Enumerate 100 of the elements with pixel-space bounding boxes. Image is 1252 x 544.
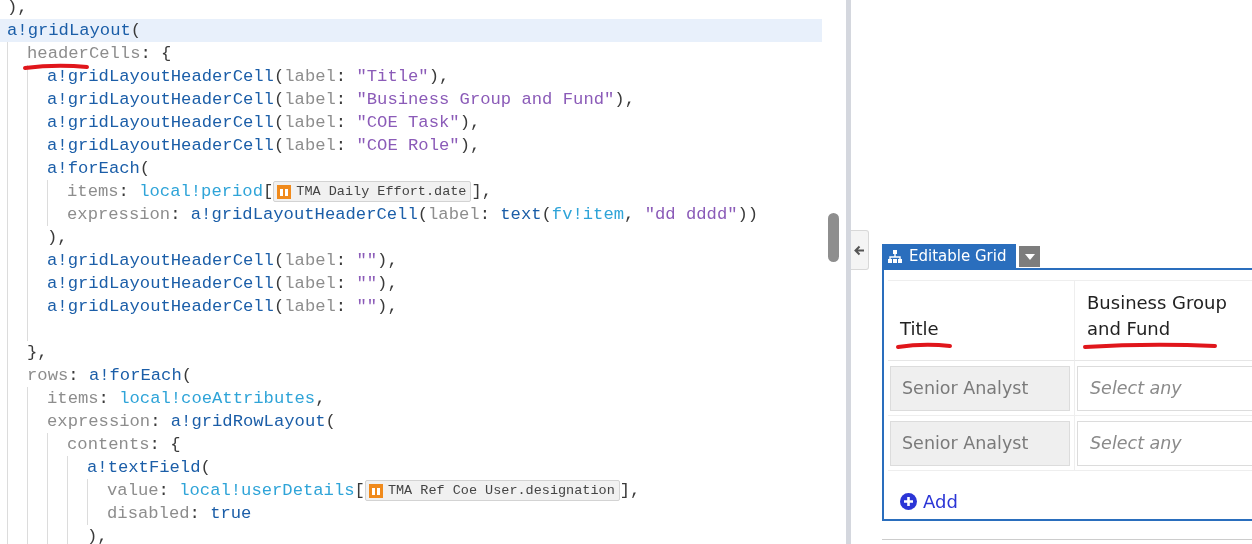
code-token: items: [47, 389, 99, 408]
code-token: value: [107, 481, 159, 500]
code-token: rows: [27, 366, 69, 385]
code-token: label: [284, 274, 336, 293]
code-token: ),: [377, 297, 398, 316]
code-token: a!gridLayoutHeaderCell: [47, 67, 274, 86]
code-token: (: [325, 412, 336, 431]
dropdown-field[interactable]: Select any: [1077, 365, 1252, 411]
code-token: :: [68, 366, 80, 385]
code-token: "Business Group and Fund": [356, 90, 615, 109]
record-type-icon: [277, 184, 292, 199]
record-field-chip: TMA Ref Coe User.designation: [364, 480, 620, 501]
code-token: label: [284, 251, 336, 270]
code-token: a!gridLayoutHeaderCell: [47, 113, 274, 132]
code-token: : {: [140, 44, 172, 63]
component-menu-button[interactable]: [1019, 246, 1041, 267]
code-token: (: [273, 67, 285, 86]
code-token: [: [354, 481, 365, 500]
code-token: label: [284, 90, 336, 109]
code-token: expression: [67, 205, 171, 224]
component-tab[interactable]: Editable Grid: [882, 244, 1017, 268]
code-token: (: [541, 205, 552, 224]
code-token: "dd dddd": [644, 205, 738, 224]
code-token: ),: [614, 90, 635, 109]
code-token: "": [356, 297, 378, 316]
code-token: (: [273, 274, 285, 293]
code-token: a!gridRowLayout: [170, 412, 326, 431]
code-token: ),: [459, 136, 481, 155]
code-token: ],: [619, 481, 641, 500]
code-token: (: [273, 136, 285, 155]
code-token: :: [335, 251, 348, 270]
collapse-button[interactable]: [851, 230, 869, 270]
code-token: :: [158, 481, 170, 500]
code-token: ),: [47, 228, 68, 247]
code-token: a!forEach: [88, 366, 182, 385]
code-token: true: [210, 504, 252, 523]
column-header: Title: [900, 316, 939, 342]
code-token: label: [284, 297, 336, 316]
code-token: label: [428, 205, 480, 224]
code-token: :: [335, 136, 348, 155]
code-token: [: [263, 182, 274, 201]
code-token: ),: [377, 251, 398, 270]
code-editor[interactable]: [0, 0, 822, 544]
tab-label: Editable Grid: [909, 247, 1007, 265]
code-token: :: [335, 90, 348, 109]
code-token: ),: [377, 274, 398, 293]
code-token: (: [417, 205, 429, 224]
code-token: a!forEach: [47, 159, 140, 178]
code-token: (: [200, 458, 211, 477]
code-token: },: [27, 343, 48, 362]
code-token: "": [356, 274, 378, 293]
code-token: (: [273, 251, 285, 270]
code-token: (: [273, 113, 285, 132]
code-token: :: [118, 182, 130, 201]
code-token: local!coeAttributes: [119, 389, 316, 408]
code-token: text: [500, 205, 542, 224]
code-token: (: [181, 366, 193, 385]
code-token: ),: [87, 527, 108, 544]
add-link[interactable]: Add: [900, 491, 958, 512]
title-field: Senior Analyst: [890, 420, 1070, 466]
code-token: (: [273, 297, 285, 316]
code-token: label: [284, 113, 336, 132]
hierarchy-icon: [888, 249, 902, 263]
code-token: :: [98, 389, 110, 408]
code-token: :: [479, 205, 491, 224]
plus-circle-icon: [900, 493, 917, 510]
code-token: local!userDetails: [179, 481, 355, 500]
code-token: : {: [149, 435, 181, 454]
code-token: local!period: [139, 182, 263, 201]
annotation-underline: [23, 64, 89, 70]
code-token: :: [335, 113, 348, 132]
code-token: a!gridLayoutHeaderCell: [47, 90, 274, 109]
code-token: headerCells: [27, 44, 141, 63]
code-token: ,: [624, 205, 636, 224]
code-token: :: [335, 297, 348, 316]
code-token: ],: [471, 182, 493, 201]
code-token: disabled: [107, 504, 190, 523]
record-type-icon: [368, 483, 383, 498]
scrollbar-thumb[interactable]: [828, 213, 839, 262]
code-token: "Title": [356, 67, 429, 86]
code-token: ,: [315, 389, 326, 408]
code-token: a!gridLayoutHeaderCell: [47, 297, 274, 316]
title-field: Senior Analyst: [890, 365, 1070, 411]
dropdown-field[interactable]: Select any: [1077, 420, 1252, 466]
code-token: a!textField: [87, 458, 201, 477]
code-token: fv!item: [551, 205, 625, 224]
code-token: "": [356, 251, 378, 270]
code-token: )): [737, 205, 759, 224]
code-token: a!gridLayoutHeaderCell: [47, 274, 274, 293]
code-token: :: [335, 274, 348, 293]
code-token: a!gridLayoutHeaderCell: [47, 136, 274, 155]
code-token: ),: [7, 0, 28, 17]
code-token: :: [150, 412, 162, 431]
annotation-underline: [896, 343, 952, 349]
code-token: (: [130, 21, 142, 40]
code-token: "COE Role": [356, 136, 460, 155]
code-token: label: [284, 67, 336, 86]
code-token: contents: [67, 435, 150, 454]
code-token: "COE Task": [356, 113, 460, 132]
code-token: a!gridLayoutHeaderCell: [47, 251, 274, 270]
